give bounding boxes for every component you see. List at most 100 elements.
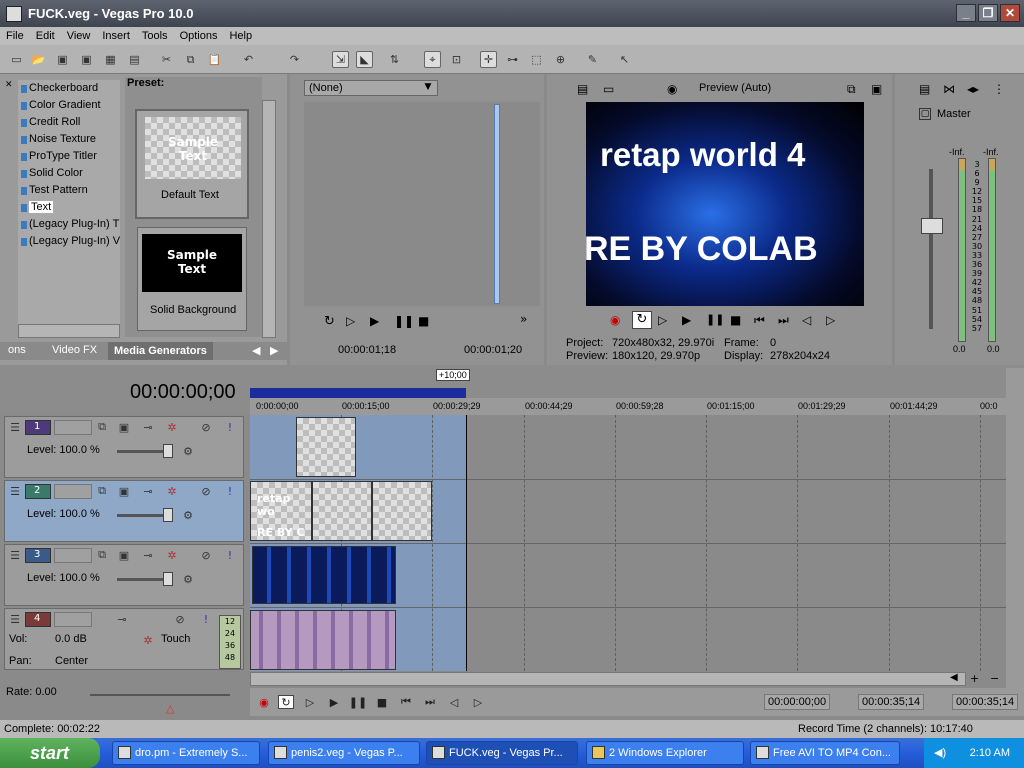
track-name-field[interactable] [54, 548, 92, 563]
text-clip[interactable] [312, 481, 372, 541]
list-item[interactable]: Checkerboard [18, 80, 120, 97]
trimmer-source-select[interactable]: (None) [304, 80, 438, 96]
zoom-out-icon[interactable]: − [990, 672, 999, 685]
close-button[interactable]: ✕ [1000, 4, 1020, 22]
lock-icon[interactable]: ⊡ [448, 51, 465, 68]
play-icon[interactable]: ▶ [326, 695, 342, 709]
preview-fx-icon[interactable]: ◉ [667, 82, 677, 96]
video-clip[interactable] [252, 546, 396, 604]
parent-icon[interactable]: ▣ [117, 548, 131, 562]
automation-icon[interactable]: ⚙ [181, 572, 195, 586]
stop-icon[interactable]: ■ [730, 313, 741, 327]
motion-icon[interactable]: ⊸ [141, 484, 155, 498]
taskbar-item[interactable]: Free AVI TO MP4 Con... [750, 741, 900, 765]
play-icon[interactable]: ▶ [682, 313, 691, 327]
menu-tools[interactable]: Tools [136, 30, 174, 42]
close-panel-icon[interactable]: ✕ [5, 80, 13, 90]
audio-fx-icon[interactable]: ⊸ [115, 612, 129, 626]
external-monitor-icon[interactable]: ▭ [603, 82, 614, 96]
list-item[interactable]: (Legacy Plug-In) V [18, 233, 120, 250]
loop-region-bar[interactable] [250, 388, 466, 398]
chevron-down-icon[interactable]: ▼ [420, 80, 436, 96]
zoom-icon[interactable]: ⊕ [552, 51, 569, 68]
mute-icon[interactable]: ⊘ [199, 420, 213, 434]
taskbar-item[interactable]: penis2.veg - Vegas P... [268, 741, 420, 765]
select-icon[interactable]: ⬚ [528, 51, 545, 68]
preset-vertical-scrollbar[interactable] [262, 100, 276, 338]
parent-icon[interactable]: ▣ [117, 484, 131, 498]
menu-edit[interactable]: Edit [30, 30, 61, 42]
go-to-start-icon[interactable]: ⏮ [754, 313, 765, 328]
maximize-button[interactable]: ❐ [978, 4, 998, 22]
mixer-options-icon[interactable]: ⋮ [993, 82, 1005, 96]
parent-icon[interactable]: ▣ [117, 420, 131, 434]
previous-frame-icon[interactable]: ◁ [802, 313, 811, 327]
list-item[interactable]: ProType Titler [18, 148, 120, 165]
list-item[interactable]: Color Gradient [18, 97, 120, 114]
loop-icon[interactable]: ↻ [324, 314, 335, 329]
menu-file[interactable]: File [0, 30, 30, 42]
taskbar-item[interactable]: dro.pm - Extremely S... [112, 741, 260, 765]
track-fx-icon[interactable]: ✲ [165, 484, 179, 498]
marker-icon[interactable]: ✛ [480, 51, 497, 68]
redo-icon[interactable]: ↷ [286, 51, 303, 68]
tab-transitions[interactable]: ons [8, 344, 26, 356]
list-item[interactable]: Test Pattern [18, 182, 120, 199]
taskbar-item[interactable]: 2 Windows Explorer [586, 741, 744, 765]
play-from-start-icon[interactable]: ▷ [302, 695, 318, 709]
selection-length-time[interactable]: 00:00:35;14 [952, 694, 1019, 710]
previous-frame-icon[interactable]: ◁ [446, 695, 462, 709]
go-to-end-icon[interactable]: ⏭ [422, 695, 438, 709]
preset-default-text[interactable]: Sample Text Default Text [135, 109, 249, 219]
save-as-icon[interactable]: ▣ [78, 51, 95, 68]
track-menu-icon[interactable]: ☰ [8, 548, 22, 562]
menu-help[interactable]: Help [223, 30, 258, 42]
timeline-tracks[interactable]: retap wo RE BY C [250, 415, 1006, 671]
selection-start-time[interactable]: 00:00:00;00 [764, 694, 831, 710]
track-fx-icon[interactable]: ✲ [165, 548, 179, 562]
track-menu-icon[interactable]: ☰ [8, 612, 22, 626]
master-fader[interactable] [921, 218, 943, 234]
start-button[interactable]: start [0, 738, 100, 768]
stop-icon[interactable]: ■ [418, 314, 429, 328]
loop-playback-icon[interactable]: ↻ [632, 311, 652, 329]
preset-solid-background[interactable]: Sample Text Solid Background [137, 227, 247, 331]
play-icon[interactable]: ▶ [370, 314, 379, 328]
open-icon[interactable]: 📂 [30, 51, 47, 68]
save-icon[interactable]: ▣ [54, 51, 71, 68]
track-name-field[interactable] [54, 612, 92, 627]
audio-track-4[interactable]: ☰ 4 ⊸ ⊘ ! Vol: 0.0 dB Touch ✲ Pan: Cente… [4, 608, 244, 670]
stop-icon[interactable]: ■ [374, 695, 390, 709]
list-item[interactable]: Noise Texture [18, 131, 120, 148]
taskbar-item-active[interactable]: FUCK.veg - Vegas Pr... [426, 741, 578, 765]
edit-tool-icon[interactable]: ⇲ [332, 51, 349, 68]
next-frame-icon[interactable]: ▷ [826, 313, 835, 327]
next-frame-icon[interactable]: ▷ [470, 695, 486, 709]
preview-quality-select[interactable]: Preview (Auto) [699, 82, 771, 94]
solo-icon[interactable]: ! [223, 420, 237, 434]
track-fx-icon[interactable]: ✲ [165, 420, 179, 434]
list-item-selected[interactable]: Text [18, 199, 120, 216]
paste-icon[interactable]: 📋 [206, 51, 223, 68]
level-slider[interactable] [117, 444, 173, 458]
rate-slider[interactable] [90, 694, 230, 696]
go-to-end-icon[interactable]: ⏭ [778, 313, 789, 328]
play-from-start-icon[interactable]: ▷ [658, 313, 667, 327]
solo-icon[interactable]: ! [223, 548, 237, 562]
composite-icon[interactable]: ⧉ [95, 420, 109, 434]
selection-end-time[interactable]: 00:00:35;14 [858, 694, 925, 710]
tab-media-generators[interactable]: Media Generators [108, 342, 213, 360]
ripple-icon[interactable]: ⇅ [386, 51, 403, 68]
render-icon[interactable]: ▦ [102, 51, 119, 68]
record-icon[interactable]: ◉ [256, 695, 272, 709]
region-icon[interactable]: ⊶ [504, 51, 521, 68]
text-clip[interactable] [372, 481, 432, 541]
help-pointer-icon[interactable]: ↖ [616, 51, 633, 68]
volume-icon[interactable]: ◀) [934, 738, 946, 768]
dim-icon[interactable]: ◂▸ [967, 82, 979, 96]
composite-icon[interactable]: ⧉ [95, 548, 109, 562]
copy-icon[interactable]: ⧉ [182, 51, 199, 68]
save-snapshot-icon[interactable]: ▣ [871, 82, 882, 96]
envelope-tool-icon[interactable]: ◣ [356, 51, 373, 68]
pause-icon[interactable]: ❚❚ [349, 695, 367, 709]
